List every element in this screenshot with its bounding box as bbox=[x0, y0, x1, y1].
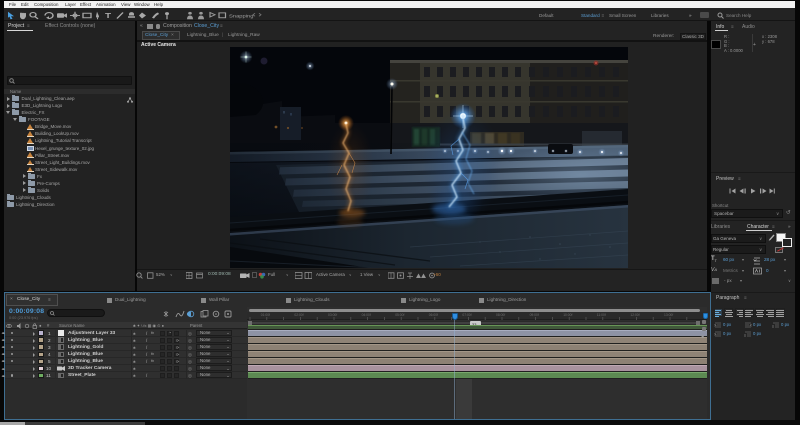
svg-text:Snapping: Snapping bbox=[229, 13, 254, 18]
svg-text:06:00f: 06:00f bbox=[429, 313, 438, 317]
svg-text:01:00f: 01:00f bbox=[261, 313, 270, 317]
svg-text:09:00f: 09:00f bbox=[530, 313, 539, 317]
svg-text:08:00f: 08:00f bbox=[496, 313, 505, 317]
svg-text:04:00f: 04:00f bbox=[362, 313, 371, 317]
svg-text:T: T bbox=[105, 11, 112, 19]
svg-text:13:00f: 13:00f bbox=[664, 313, 673, 317]
svg-text:12:00f: 12:00f bbox=[630, 313, 639, 317]
svg-text:11:00f: 11:00f bbox=[597, 313, 606, 317]
svg-text:10:00f: 10:00f bbox=[563, 313, 572, 317]
svg-text:02:00f: 02:00f bbox=[294, 313, 303, 317]
svg-text:07:00f: 07:00f bbox=[462, 313, 471, 317]
svg-text:03:00f: 03:00f bbox=[328, 313, 337, 317]
svg-text:05:00f: 05:00f bbox=[395, 313, 404, 317]
